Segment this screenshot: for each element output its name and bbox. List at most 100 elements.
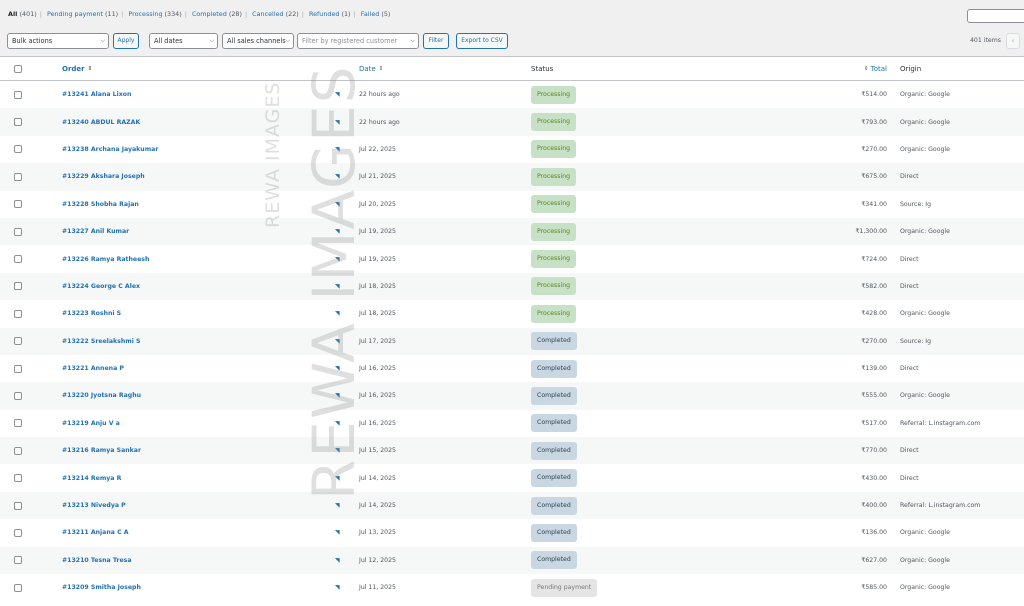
row-checkbox[interactable]: [14, 437, 22, 464]
filter-completed[interactable]: Completed (28): [192, 10, 242, 18]
customer-filter-select[interactable]: Filter by registered customer ⌵: [297, 33, 419, 49]
order-link[interactable]: #13241 Alana Lixon: [62, 81, 131, 108]
preview-eye-icon[interactable]: ◥: [335, 218, 340, 245]
order-link[interactable]: #13228 Shobha Rajan: [62, 191, 139, 218]
preview-eye-icon[interactable]: ◥: [335, 81, 340, 108]
preview-eye-icon[interactable]: ◥: [335, 382, 340, 409]
row-checkbox[interactable]: [14, 464, 22, 491]
filter-button[interactable]: Filter: [423, 33, 449, 49]
preview-eye-icon[interactable]: ◥: [335, 273, 340, 300]
order-link[interactable]: #13211 Anjana C A: [62, 519, 129, 546]
status-badge: Completed: [531, 414, 577, 433]
row-checkbox[interactable]: [14, 574, 22, 601]
order-link[interactable]: #13227 Anil Kumar: [62, 218, 129, 245]
row-checkbox[interactable]: [14, 492, 22, 519]
preview-eye-icon[interactable]: ◥: [335, 108, 340, 135]
row-checkbox[interactable]: [14, 300, 22, 327]
column-order[interactable]: Order ⇕: [62, 57, 92, 80]
table-row[interactable]: #13224 George C Alex ◥ Jul 18, 2025 Process…: [0, 272, 1024, 301]
filter-all[interactable]: All (401): [8, 10, 37, 18]
table-row[interactable]: #13228 Shobha Rajan ◥ Jul 20, 2025 Processi…: [0, 191, 1024, 218]
preview-eye-icon[interactable]: ◥: [335, 437, 340, 464]
table-row[interactable]: #13209 Smitha Joseph ◥ Jul 11, 2025 Pending…: [0, 574, 1024, 601]
table-row[interactable]: #13216 Ramya Sankar ◥ Jul 15, 2025 Complete…: [0, 437, 1024, 465]
export-csv-button[interactable]: Export to CSV: [456, 33, 508, 49]
order-link[interactable]: #13216 Ramya Sankar: [62, 437, 141, 464]
table-row[interactable]: #13222 Sreelakshmi S ◥ Jul 17, 2025 Complet…: [0, 327, 1024, 355]
order-link[interactable]: #13209 Smitha Joseph: [62, 574, 141, 601]
status-badge: Processing: [531, 113, 577, 132]
dates-select[interactable]: All dates ⌵: [149, 33, 218, 49]
apply-button[interactable]: Apply: [113, 33, 139, 49]
row-checkbox[interactable]: [14, 519, 22, 546]
row-checkbox[interactable]: [14, 108, 22, 135]
table-row[interactable]: #13238 Archana Jayakumar ◥ Jul 22, 2025 Pro…: [0, 136, 1024, 163]
filter-failed[interactable]: Failed (5): [361, 10, 391, 18]
row-checkbox[interactable]: [14, 245, 22, 272]
order-link[interactable]: #13222 Sreelakshmi S: [62, 328, 140, 355]
sales-channels-select[interactable]: All sales channels ⌵: [222, 33, 294, 49]
filter-refunded[interactable]: Refunded (1): [309, 10, 351, 18]
table-row[interactable]: #13221 Annena P ◥ Jul 16, 2025 Completed ₹13…: [0, 355, 1024, 382]
preview-eye-icon[interactable]: ◥: [335, 191, 340, 218]
order-link[interactable]: #13219 Anju V a: [62, 410, 120, 437]
row-checkbox[interactable]: [14, 410, 22, 437]
table-row[interactable]: #13214 Remya R ◥ Jul 14, 2025 Completed ₹430…: [0, 464, 1024, 491]
table-row[interactable]: #13240 ABDUL RAZAK ◥ 22 hours ago Processin…: [0, 108, 1024, 136]
row-checkbox[interactable]: [14, 273, 22, 300]
row-checkbox[interactable]: [14, 355, 22, 382]
preview-eye-icon[interactable]: ◥: [335, 136, 340, 163]
prev-page-button[interactable]: ‹: [1006, 33, 1020, 49]
order-link[interactable]: #13221 Annena P: [62, 355, 124, 382]
row-checkbox[interactable]: [14, 218, 22, 245]
order-link[interactable]: #13213 Nivedya P: [62, 492, 126, 519]
table-row[interactable]: #13211 Anjana C A ◥ Jul 13, 2025 Completed ₹…: [0, 519, 1024, 546]
table-row[interactable]: #13227 Anil Kumar ◥ Jul 19, 2025 Processing…: [0, 217, 1024, 246]
preview-eye-icon[interactable]: ◥: [335, 163, 340, 190]
preview-eye-icon[interactable]: ◥: [335, 245, 340, 272]
preview-eye-icon[interactable]: ◥: [335, 547, 340, 574]
order-origin: Referral: L.instagram.com: [900, 502, 981, 510]
search-input[interactable]: [967, 9, 1024, 23]
row-checkbox[interactable]: [14, 136, 22, 163]
order-link[interactable]: #13238 Archana Jayakumar: [62, 136, 158, 163]
row-checkbox[interactable]: [14, 328, 22, 355]
column-date[interactable]: Date ⇕: [359, 57, 383, 80]
row-checkbox[interactable]: [14, 382, 22, 409]
preview-eye-icon[interactable]: ◥: [335, 355, 340, 382]
preview-eye-icon[interactable]: ◥: [335, 519, 340, 546]
preview-eye-icon[interactable]: ◥: [335, 328, 340, 355]
table-row[interactable]: #13241 Alana Lixon ◥ 22 hours ago Processin…: [0, 81, 1024, 108]
order-link[interactable]: #13214 Remya R: [62, 464, 121, 491]
order-link[interactable]: #13223 Roshni S: [62, 300, 121, 327]
order-link[interactable]: #13224 George C Alex: [62, 273, 140, 300]
row-checkbox[interactable]: [14, 163, 22, 190]
row-checkbox[interactable]: [14, 81, 22, 108]
table-row[interactable]: #13213 Nivedya P ◥ Jul 14, 2025 Completed ₹4…: [0, 491, 1024, 520]
table-row[interactable]: #13210 Tesna Tresa ◥ Jul 12, 2025 Completed…: [0, 546, 1024, 575]
table-row[interactable]: #13226 Ramya Ratheesh ◥ Jul 19, 2025 Proces…: [0, 245, 1024, 272]
row-checkbox[interactable]: [14, 191, 22, 218]
table-row[interactable]: #13220 Jyotsna Raghu ◥ Jul 16, 2025 Complet…: [0, 382, 1024, 410]
order-link[interactable]: #13226 Ramya Ratheesh: [62, 245, 149, 272]
order-link[interactable]: #13210 Tesna Tresa: [62, 547, 132, 574]
order-total: ₹770.00: [861, 447, 887, 455]
filter-pending-payment[interactable]: Pending payment (11): [47, 10, 118, 18]
preview-eye-icon[interactable]: ◥: [335, 300, 340, 327]
column-total[interactable]: ⇕ Total: [780, 57, 887, 80]
bulk-actions-select[interactable]: Bulk actions ⌵: [7, 33, 109, 49]
filter-processing[interactable]: Processing (334): [128, 10, 181, 18]
preview-eye-icon[interactable]: ◥: [335, 410, 340, 437]
select-all-checkbox[interactable]: [14, 57, 22, 80]
order-link[interactable]: #13240 ABDUL RAZAK: [62, 108, 140, 135]
table-row[interactable]: #13229 Akshara Joseph ◥ Jul 21, 2025 Proces…: [0, 163, 1024, 191]
table-row[interactable]: #13219 Anju V a ◥ Jul 16, 2025 Completed ₹51…: [0, 410, 1024, 437]
preview-eye-icon[interactable]: ◥: [335, 464, 340, 491]
preview-eye-icon[interactable]: ◥: [335, 492, 340, 519]
table-row[interactable]: #13223 Roshni S ◥ Jul 18, 2025 Processing ₹4…: [0, 300, 1024, 327]
preview-eye-icon[interactable]: ◥: [335, 574, 340, 601]
filter-cancelled[interactable]: Cancelled (22): [252, 10, 299, 18]
row-checkbox[interactable]: [14, 547, 22, 574]
order-link[interactable]: #13229 Akshara Joseph: [62, 163, 145, 190]
order-link[interactable]: #13220 Jyotsna Raghu: [62, 382, 141, 409]
